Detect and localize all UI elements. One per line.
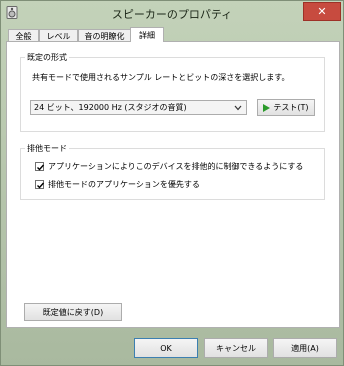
properties-window: スピーカーのプロパティ ✕ 全般 レベル 音の明瞭化 詳細 既定の形式 共有モー… [0,0,344,366]
allow-exclusive-control-option[interactable]: アプリケーションによりこのデバイスを排他的に制御できるようにする [35,161,303,172]
default-format-group [20,57,325,132]
default-format-description: 共有モードで使用されるサンプル レートとビットの深さを選択します。 [32,73,290,82]
close-button[interactable]: ✕ [303,2,341,21]
exclusive-priority-checkbox[interactable] [35,180,45,189]
exclusive-mode-group [20,148,325,200]
tab-strip: 全般 レベル 音の明瞭化 詳細 [6,27,340,42]
checkmark-icon [37,164,45,171]
chevron-down-icon [234,105,242,111]
allow-exclusive-control-label: アプリケーションによりこのデバイスを排他的に制御できるようにする [48,162,304,171]
play-icon [263,103,271,112]
allow-exclusive-control-checkbox[interactable] [35,162,45,171]
default-format-group-label: 既定の形式 [25,52,69,63]
checkmark-icon [37,182,45,189]
ok-button[interactable]: OK [134,338,198,358]
selected-format-value: 24 ビット、192000 Hz (スタジオの音質) [34,103,187,112]
cancel-button[interactable]: キャンセル [204,338,268,358]
apply-button[interactable]: 適用(A) [273,338,337,358]
close-icon: ✕ [317,5,327,18]
exclusive-priority-label: 排他モードのアプリケーションを優先する [48,180,200,189]
restore-defaults-button[interactable]: 既定値に戻す(D) [24,303,122,321]
test-button[interactable]: テスト(T) [257,99,315,116]
exclusive-mode-group-label: 排他モード [25,143,69,154]
title-bar[interactable]: スピーカーのプロパティ ✕ [1,1,343,25]
tab-advanced[interactable]: 詳細 [130,27,164,42]
window-title: スピーカーのプロパティ [111,8,233,21]
tab-panel-advanced: 既定の形式 共有モードで使用されるサンプル レートとビットの深さを選択します。 … [6,41,340,328]
sample-format-select[interactable]: 24 ビット、192000 Hz (スタジオの音質) [30,100,247,115]
exclusive-priority-option[interactable]: 排他モードのアプリケーションを優先する [35,179,200,190]
